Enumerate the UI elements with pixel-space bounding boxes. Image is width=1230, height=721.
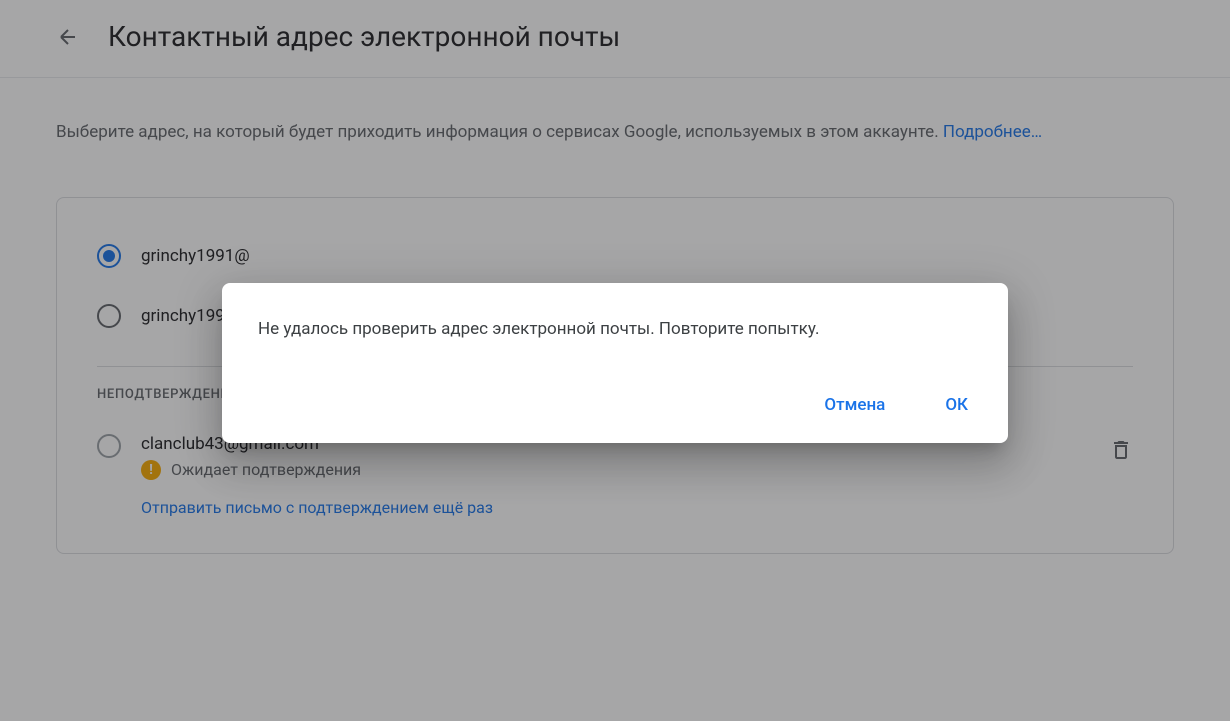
error-dialog: Не удалось проверить адрес электронной п… <box>222 283 1008 443</box>
dialog-message: Не удалось проверить адрес электронной п… <box>258 319 980 339</box>
dialog-actions: Отмена ОК <box>258 387 980 423</box>
ok-button[interactable]: ОК <box>933 387 980 423</box>
cancel-button[interactable]: Отмена <box>812 387 897 423</box>
modal-overlay[interactable]: Не удалось проверить адрес электронной п… <box>0 0 1230 721</box>
